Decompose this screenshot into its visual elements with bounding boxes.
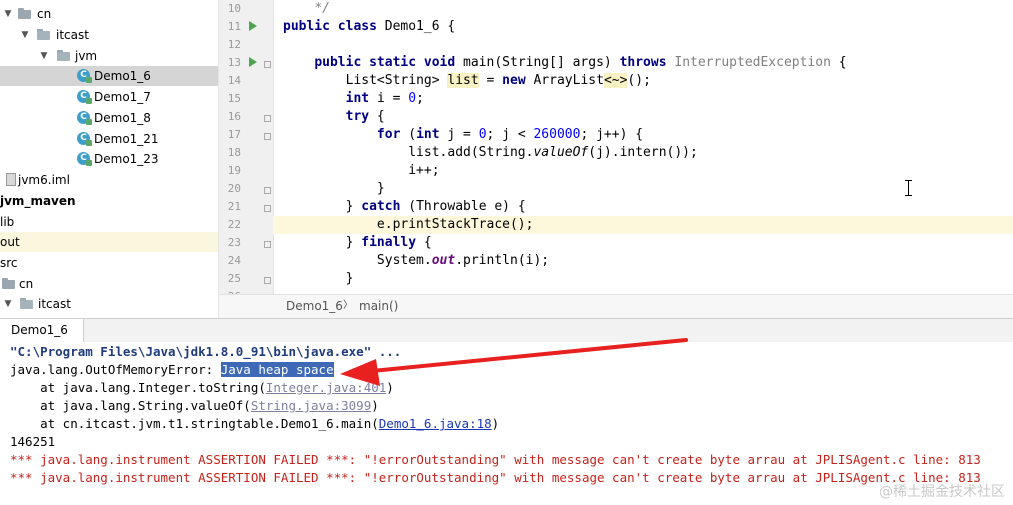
watermark: @稀土掘金技术社区 <box>879 484 1005 500</box>
annotation-arrow <box>340 338 688 386</box>
